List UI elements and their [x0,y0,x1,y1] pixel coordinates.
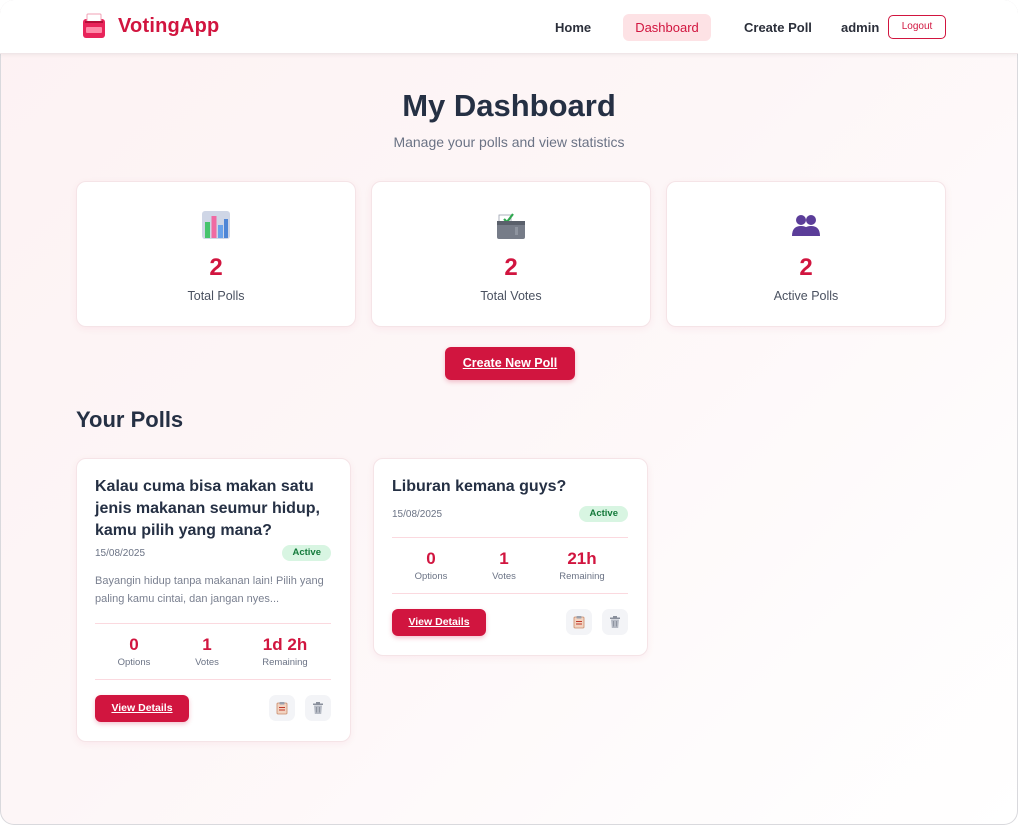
ballot-box-icon [497,213,525,239]
metric-votes: 1 Votes [469,549,539,582]
view-details-button[interactable]: View Details [392,609,486,636]
delete-button[interactable] [602,609,628,635]
delete-button[interactable] [305,695,331,721]
ballot-box-logo-icon [83,13,105,38]
divider [392,537,628,538]
app-window: VotingApp Home Dashboard Create Poll adm… [0,0,1018,825]
metric-value: 0 [426,549,436,568]
brand-name: VotingApp [118,14,220,37]
clipboard-button[interactable] [566,609,592,635]
brand[interactable]: VotingApp [82,13,219,39]
metric-label: Remaining [559,571,605,582]
metric-options: 0 Options [99,635,169,668]
stat-value: 2 [504,254,518,281]
divider [95,679,331,680]
metric-value: 0 [129,635,139,654]
stat-card-active-polls: 2 Active Polls [666,181,946,327]
stat-card-total-votes: 2 Total Votes [371,181,651,327]
metric-value: 1d 2h [262,635,308,654]
trash-icon [610,616,620,628]
poll-description: Bayangin hidup tanpa makanan lain! Pilih… [95,575,324,605]
user-name: admin [841,20,880,35]
clipboard-button[interactable] [269,695,295,721]
create-new-poll-button[interactable]: Create New Poll [445,347,575,380]
nav-create-poll-link[interactable]: Create Poll [744,14,812,41]
page-title: My Dashboard [402,88,616,123]
poll-card: Liburan kemana guys? 15/08/2025 Active 0… [373,458,648,656]
bar-chart-icon [202,211,230,239]
status-badge: Active [579,506,628,522]
metric-label: Votes [492,571,516,582]
nav-home-link[interactable]: Home [555,14,591,41]
stat-label: Total Polls [187,289,245,303]
stat-label: Active Polls [773,289,839,303]
metric-votes: 1 Votes [172,635,242,668]
poll-card: Kalau cuma bisa makan satu jenis makanan… [76,458,351,742]
logout-button[interactable]: Logout [888,15,946,39]
metric-label: Votes [195,657,219,668]
poll-title: Kalau cuma bisa makan satu jenis makanan… [95,478,320,539]
metric-value: 1 [499,549,509,568]
clipboard-icon [276,702,288,715]
metric-label: Options [414,571,448,582]
divider [392,593,628,594]
stat-value: 2 [799,254,813,281]
metric-label: Remaining [262,657,308,668]
stat-label: Total Votes [480,289,542,303]
trash-icon [313,702,323,714]
status-badge: Active [282,545,331,561]
stat-value: 2 [209,254,223,281]
clipboard-icon [573,616,585,629]
poll-title: Liburan kemana guys? [392,478,567,495]
page-subtitle: Manage your polls and view statistics [393,134,625,150]
metric-options: 0 Options [396,549,466,582]
navbar: VotingApp Home Dashboard Create Poll adm… [0,0,1018,54]
metric-label: Options [117,657,151,668]
metric-value: 21h [567,549,597,568]
poll-date: 15/08/2025 [95,548,146,559]
divider [95,623,331,624]
section-title-your-polls: Your Polls [76,407,184,432]
view-details-button[interactable]: View Details [95,695,189,722]
metric-remaining: 21h Remaining [547,549,617,582]
nav-dashboard-link[interactable]: Dashboard [623,14,711,41]
metric-remaining: 1d 2h Remaining [250,635,320,668]
metric-value: 1 [202,635,212,654]
users-icon [792,215,820,236]
poll-date: 15/08/2025 [392,509,443,520]
stat-card-total-polls: 2 Total Polls [76,181,356,327]
